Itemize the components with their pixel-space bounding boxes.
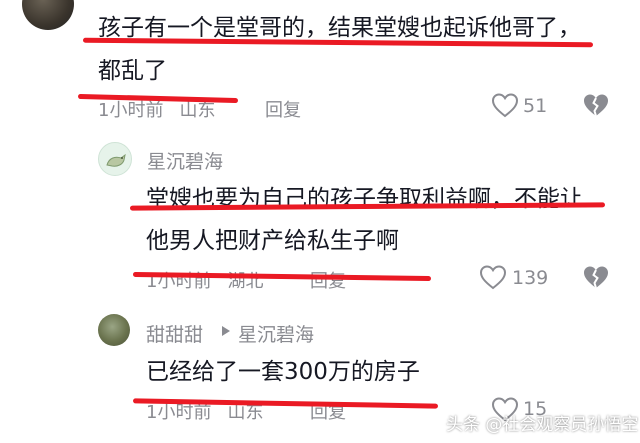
like-button[interactable] — [479, 264, 507, 290]
comment-meta: 1小时前 湖北 — [146, 267, 263, 293]
comment-time: 1小时前 — [146, 402, 212, 423]
heart-outline-icon — [491, 93, 519, 118]
avatar[interactable] — [98, 142, 132, 176]
avatar[interactable] — [22, 0, 74, 30]
like-button[interactable] — [491, 92, 519, 118]
username[interactable]: 甜甜甜 — [146, 320, 203, 347]
username[interactable]: 星沉碧海 — [147, 147, 223, 174]
play-triangle-icon — [221, 325, 231, 337]
reply-button[interactable]: 回复 — [265, 96, 301, 122]
heart-outline-icon — [479, 265, 507, 290]
comment-text-line: 他男人把财产给私生子啊 — [146, 228, 399, 254]
dislike-button[interactable] — [582, 92, 610, 118]
comment-location: 山东 — [179, 100, 216, 121]
bird-avatar-icon — [106, 153, 126, 167]
comment-text-line: 都乱了 — [98, 58, 167, 84]
comment-text-line: 已经给了一套300万的房子 — [146, 359, 420, 385]
avatar[interactable] — [98, 314, 130, 346]
like-count: 139 — [512, 267, 549, 289]
reply-to-username[interactable]: 星沉碧海 — [238, 320, 314, 347]
broken-heart-icon — [584, 94, 608, 117]
comment-time: 1小时前 — [98, 100, 164, 121]
like-count: 51 — [523, 95, 548, 117]
dislike-button[interactable] — [582, 264, 610, 290]
watermark: 头条 @社会观察员孙悟空 — [446, 415, 639, 435]
broken-heart-icon — [584, 266, 608, 289]
reply-button[interactable]: 回复 — [310, 267, 346, 293]
